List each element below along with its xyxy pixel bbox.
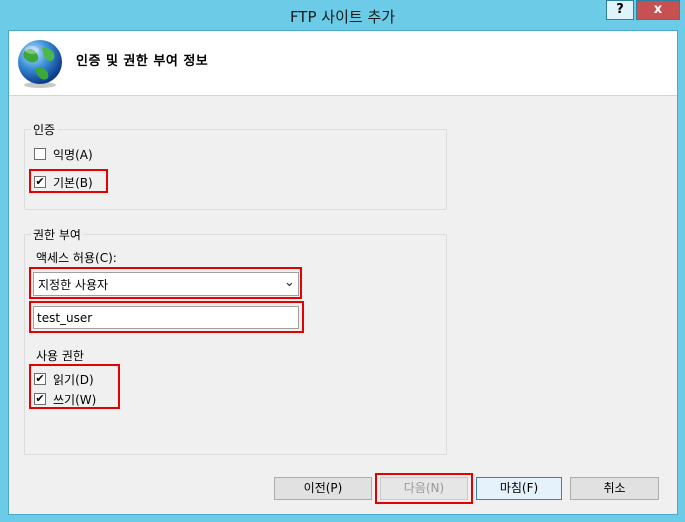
permissions-label: 사용 권한 [36, 349, 84, 363]
cancel-button[interactable]: 취소 [570, 477, 659, 500]
write-checkbox[interactable]: ✔ [34, 393, 46, 405]
window-title: FTP 사이트 추가 [289, 8, 396, 26]
anonymous-checkbox[interactable] [34, 148, 46, 160]
page-title: 인증 및 권한 부여 정보 [76, 54, 209, 69]
basic-label[interactable]: 기본(B) [53, 174, 93, 191]
access-select-value: 지정한 사용자 [38, 278, 109, 292]
authorization-legend: 권한 부여 [31, 226, 83, 243]
basic-checkbox[interactable]: ✔ [34, 176, 46, 188]
anonymous-label[interactable]: 익명(A) [53, 146, 93, 163]
read-checkbox[interactable]: ✔ [34, 373, 46, 385]
chevron-down-icon[interactable]: ⌄ [284, 275, 295, 290]
close-button[interactable]: x [636, 0, 680, 20]
access-label: 액세스 허용(C): [36, 251, 117, 265]
user-input[interactable] [33, 306, 299, 329]
previous-button[interactable]: 이전(P) [274, 477, 372, 500]
authentication-legend: 인증 [31, 121, 58, 138]
write-label[interactable]: 쓰기(W) [53, 391, 96, 408]
globe-icon [18, 40, 62, 88]
help-button[interactable]: ? [606, 0, 634, 20]
next-button[interactable]: 다음(N) [380, 477, 468, 500]
read-label[interactable]: 읽기(D) [53, 371, 94, 388]
finish-button[interactable]: 마침(F) [476, 477, 562, 500]
